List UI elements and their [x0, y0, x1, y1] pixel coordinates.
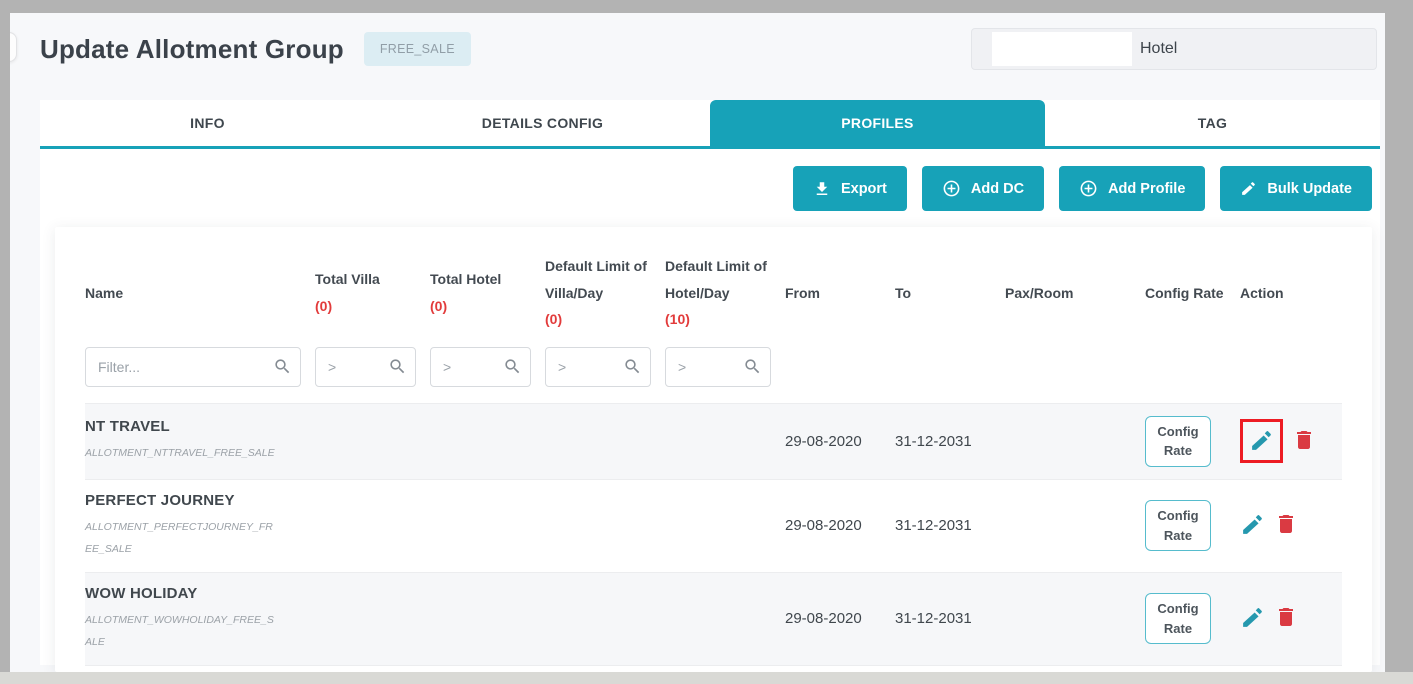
col-header-default-limit-hotel: Default Limit of Hotel/Day (10) [665, 253, 785, 333]
download-icon [813, 180, 831, 198]
search-icon [743, 357, 762, 381]
drawer-edge-handle [10, 32, 17, 62]
tab-details-config[interactable]: DETAILS CONFIG [375, 100, 710, 146]
default-limit-villa-count: (0) [545, 311, 563, 328]
col-header-action: Action [1240, 284, 1284, 301]
delete-profile-button[interactable] [1274, 512, 1298, 539]
search-icon [503, 357, 522, 381]
table-row-nt-travel: NT TRAVEL ALLOTMENT_NTTRAVEL_FREE_SALE 2… [85, 402, 1342, 479]
pencil-icon [1249, 428, 1274, 456]
delete-profile-button[interactable] [1274, 605, 1298, 632]
from-date: 29-08-2020 [785, 610, 862, 628]
add-profile-button[interactable]: Add Profile [1059, 166, 1206, 211]
col-header-total-villa: Total Villa (0) [315, 266, 430, 319]
edit-profile-button[interactable] [1249, 428, 1274, 456]
page-header: Update Allotment Group FREE_SALE Hotel [40, 28, 1377, 70]
plus-circle-icon [1079, 179, 1098, 198]
profiles-table-card: Name Total Villa (0) Total Hotel (0) Def… [55, 227, 1372, 672]
col-header-default-limit-villa: Default Limit of Villa/Day (0) [545, 253, 665, 333]
pencil-icon [1240, 605, 1265, 633]
name-filter-input[interactable] [85, 346, 301, 387]
edit-profile-button[interactable] [1240, 512, 1265, 540]
bulk-update-button[interactable]: Bulk Update [1220, 166, 1372, 211]
edit-profile-button[interactable] [1240, 605, 1265, 633]
annotation-highlight-box [1240, 419, 1283, 464]
pencil-icon [1240, 180, 1257, 197]
export-button[interactable]: Export [792, 166, 907, 211]
search-icon [273, 357, 292, 381]
content-panel: INFO DETAILS CONFIG PROFILES TAG Export … [40, 100, 1380, 672]
config-rate-button[interactable]: Config Rate [1145, 500, 1211, 552]
config-rate-button[interactable]: Config Rate [1145, 415, 1211, 467]
pencil-icon [1240, 512, 1265, 540]
table-row-perfect-journey: PERFECT JOURNEY ALLOTMENT_PERFECTJOURNEY… [85, 478, 1342, 572]
profile-name: NT TRAVEL [85, 418, 170, 436]
col-header-from: From [785, 284, 820, 301]
tab-tag[interactable]: TAG [1045, 100, 1380, 146]
redacted-hotel-name [992, 32, 1132, 66]
from-date: 29-08-2020 [785, 517, 862, 535]
search-icon [623, 357, 642, 381]
to-date: 31-12-2031 [895, 432, 972, 450]
default-limit-hotel-count: (10) [665, 311, 690, 328]
table-row-wow-holiday: WOW HOLIDAY ALLOTMENT_WOWHOLIDAY_FREE_SA… [85, 571, 1342, 665]
col-header-total-hotel: Total Hotel (0) [430, 266, 545, 319]
delete-profile-button[interactable] [1292, 428, 1316, 455]
from-date: 29-08-2020 [785, 432, 862, 450]
col-header-name: Name [85, 284, 124, 301]
table-header-row: Name Total Villa (0) Total Hotel (0) Def… [85, 253, 1342, 333]
col-header-config-rate: Config Rate [1145, 284, 1224, 301]
total-hotel-count: (0) [430, 297, 448, 314]
bulk-update-label: Bulk Update [1267, 180, 1352, 197]
profile-name: WOW HOLIDAY [85, 584, 198, 602]
trash-icon [1292, 428, 1316, 455]
tab-profiles[interactable]: PROFILES [710, 100, 1045, 146]
profile-code: ALLOTMENT_NTTRAVEL_FREE_SALE [85, 447, 275, 460]
config-rate-button[interactable]: Config Rate [1145, 593, 1211, 645]
free-sale-badge: FREE_SALE [363, 32, 471, 66]
to-date: 31-12-2031 [895, 517, 972, 535]
trash-icon [1274, 512, 1298, 539]
search-icon [388, 357, 407, 381]
hotel-label: Hotel [1140, 40, 1178, 57]
filter-row [85, 346, 1342, 387]
profile-code: ALLOTMENT_PERFECTJOURNEY_FREE_SALE [85, 520, 273, 555]
to-date: 31-12-2031 [895, 610, 972, 628]
table-body: NT TRAVEL ALLOTMENT_NTTRAVEL_FREE_SALE 2… [85, 402, 1342, 666]
add-profile-label: Add Profile [1108, 180, 1186, 197]
add-dc-label: Add DC [970, 180, 1025, 197]
profile-name: PERFECT JOURNEY [85, 491, 235, 509]
toolbar: Export Add DC Add Profile Bulk Update [40, 149, 1380, 224]
total-villa-count: (0) [315, 297, 333, 314]
profile-code: ALLOTMENT_WOWHOLIDAY_FREE_SALE [85, 613, 274, 648]
tab-bar: INFO DETAILS CONFIG PROFILES TAG [40, 100, 1380, 149]
trash-icon [1274, 605, 1298, 632]
page-title: Update Allotment Group [40, 33, 344, 64]
col-header-to: To [895, 284, 912, 301]
add-dc-button[interactable]: Add DC [921, 166, 1045, 211]
window-frame-bottom [0, 672, 1413, 684]
plus-circle-icon [942, 179, 961, 198]
export-label: Export [840, 180, 887, 197]
hotel-selector[interactable]: Hotel [971, 28, 1377, 70]
col-header-pax-room: Pax/Room [1005, 284, 1074, 301]
tab-info[interactable]: INFO [40, 100, 375, 146]
page: Update Allotment Group FREE_SALE Hotel I… [10, 13, 1385, 672]
